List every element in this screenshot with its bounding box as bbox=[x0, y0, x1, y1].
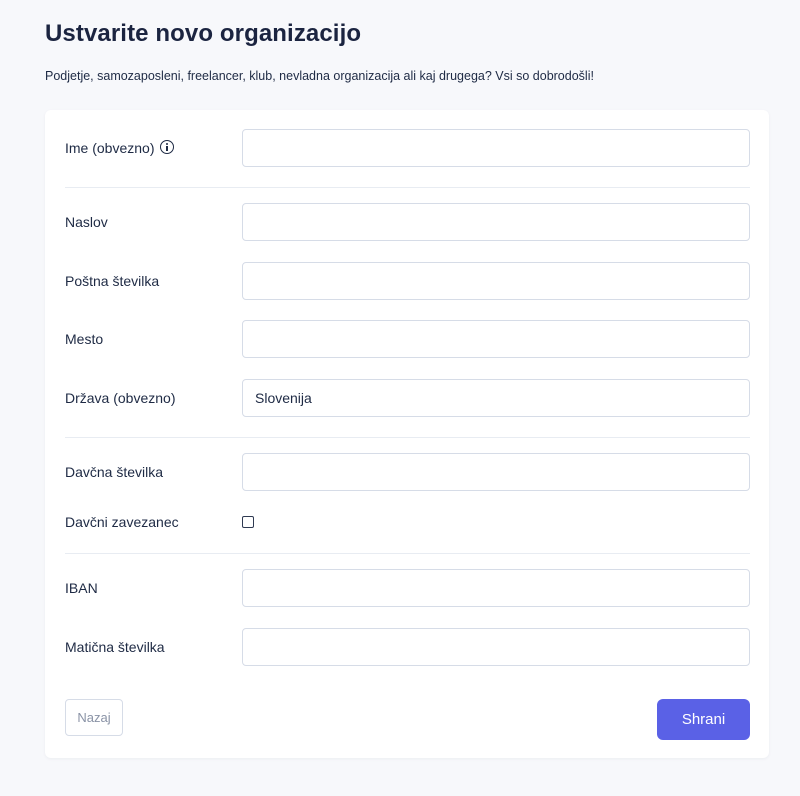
registration-number-input[interactable] bbox=[242, 628, 750, 666]
postal-code-label: Poštna številka bbox=[65, 273, 160, 289]
name-label-text: Ime (obvezno) bbox=[65, 140, 155, 156]
vat-payer-label: Davčni zavezanec bbox=[65, 514, 179, 530]
form-row-vat-payer: Davčni zavezanec bbox=[45, 503, 769, 541]
city-input[interactable] bbox=[242, 320, 750, 358]
tax-number-input[interactable] bbox=[242, 453, 750, 491]
section-divider bbox=[65, 437, 750, 438]
form-row-tax-number: Davčna številka bbox=[45, 453, 769, 491]
tax-number-label: Davčna številka bbox=[65, 464, 164, 480]
form-row-country: Država (obvezno) bbox=[45, 379, 769, 417]
form-row-iban: IBAN bbox=[45, 569, 769, 607]
address-input[interactable] bbox=[242, 203, 750, 241]
postal-code-input[interactable] bbox=[242, 262, 750, 300]
section-divider bbox=[65, 187, 750, 188]
country-label: Država (obvezno) bbox=[65, 390, 176, 406]
form-row-city: Mesto bbox=[45, 320, 769, 358]
back-button[interactable]: Nazaj bbox=[65, 699, 123, 736]
registration-number-label: Matična številka bbox=[65, 639, 165, 655]
address-label: Naslov bbox=[65, 214, 108, 230]
country-input[interactable] bbox=[242, 379, 750, 417]
form-row-postal-code: Poštna številka bbox=[45, 262, 769, 300]
form-row-address: Naslov bbox=[45, 203, 769, 241]
form-row-registration-number: Matična številka bbox=[45, 628, 769, 666]
info-icon[interactable] bbox=[160, 140, 175, 154]
save-button[interactable]: Shrani bbox=[657, 699, 750, 740]
iban-input[interactable] bbox=[242, 569, 750, 607]
organization-form-card: Ime (obvezno) Naslov Poštna številka Mes… bbox=[45, 110, 769, 758]
iban-label: IBAN bbox=[65, 580, 98, 596]
vat-payer-checkbox[interactable] bbox=[242, 516, 254, 528]
page-title: Ustvarite novo organizacijo bbox=[45, 20, 362, 47]
name-label: Ime (obvezno) bbox=[65, 140, 175, 156]
form-row-name: Ime (obvezno) bbox=[45, 129, 769, 167]
name-input[interactable] bbox=[242, 129, 750, 167]
page-subtitle: Podjetje, samozaposleni, freelancer, klu… bbox=[45, 69, 594, 83]
city-label: Mesto bbox=[65, 331, 104, 347]
section-divider bbox=[65, 553, 750, 554]
